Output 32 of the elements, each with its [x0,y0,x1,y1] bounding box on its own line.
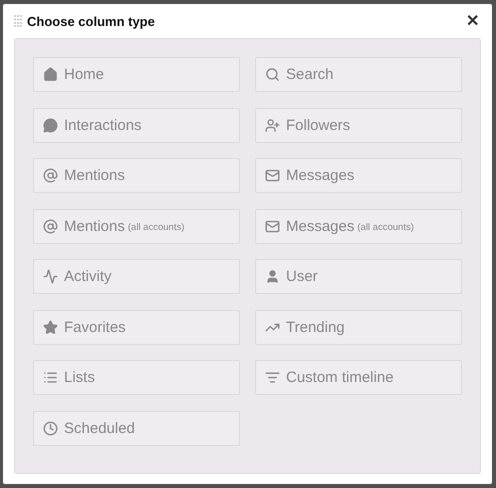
search-icon [265,67,280,82]
speech-bubble-icon [43,118,58,132]
column-type-button[interactable]: Messages (all accounts) [255,208,462,244]
column-type-button[interactable]: Messages [255,158,462,193]
column-type-button[interactable]: Activity [33,259,240,294]
column-type-button[interactable]: Scheduled [33,410,240,446]
column-type-button[interactable]: Search [255,57,462,92]
pulse-icon [43,269,58,284]
column-type-button[interactable]: Custom timeline [255,360,462,395]
filter-list-icon [265,370,280,385]
star-icon [43,320,58,334]
column-type-button[interactable]: Mentions [33,158,240,193]
column-type-button[interactable]: Favorites [33,310,240,344]
column-type-button[interactable]: User [255,259,462,294]
column-type-button[interactable]: Interactions [33,108,240,142]
drag-handle-icon[interactable] [14,15,23,27]
clock-icon [43,420,58,436]
envelope-icon [265,168,280,183]
dialog-title: Choose column type [27,14,156,28]
at-sign-icon [43,168,58,183]
column-type-button[interactable]: Home [33,57,240,92]
envelope-icon [265,218,280,234]
at-sign-icon [43,218,58,234]
list-icon [43,370,58,385]
add-user-icon [265,118,280,132]
close-button[interactable]: ✕ [464,11,481,31]
user-icon [265,269,280,284]
home-icon [43,67,58,82]
column-type-button[interactable]: Lists [33,360,240,395]
column-type-button[interactable]: Trending [255,310,462,344]
column-type-button[interactable]: Mentions (all accounts) [33,208,240,244]
column-type-button[interactable]: Followers [255,108,462,142]
